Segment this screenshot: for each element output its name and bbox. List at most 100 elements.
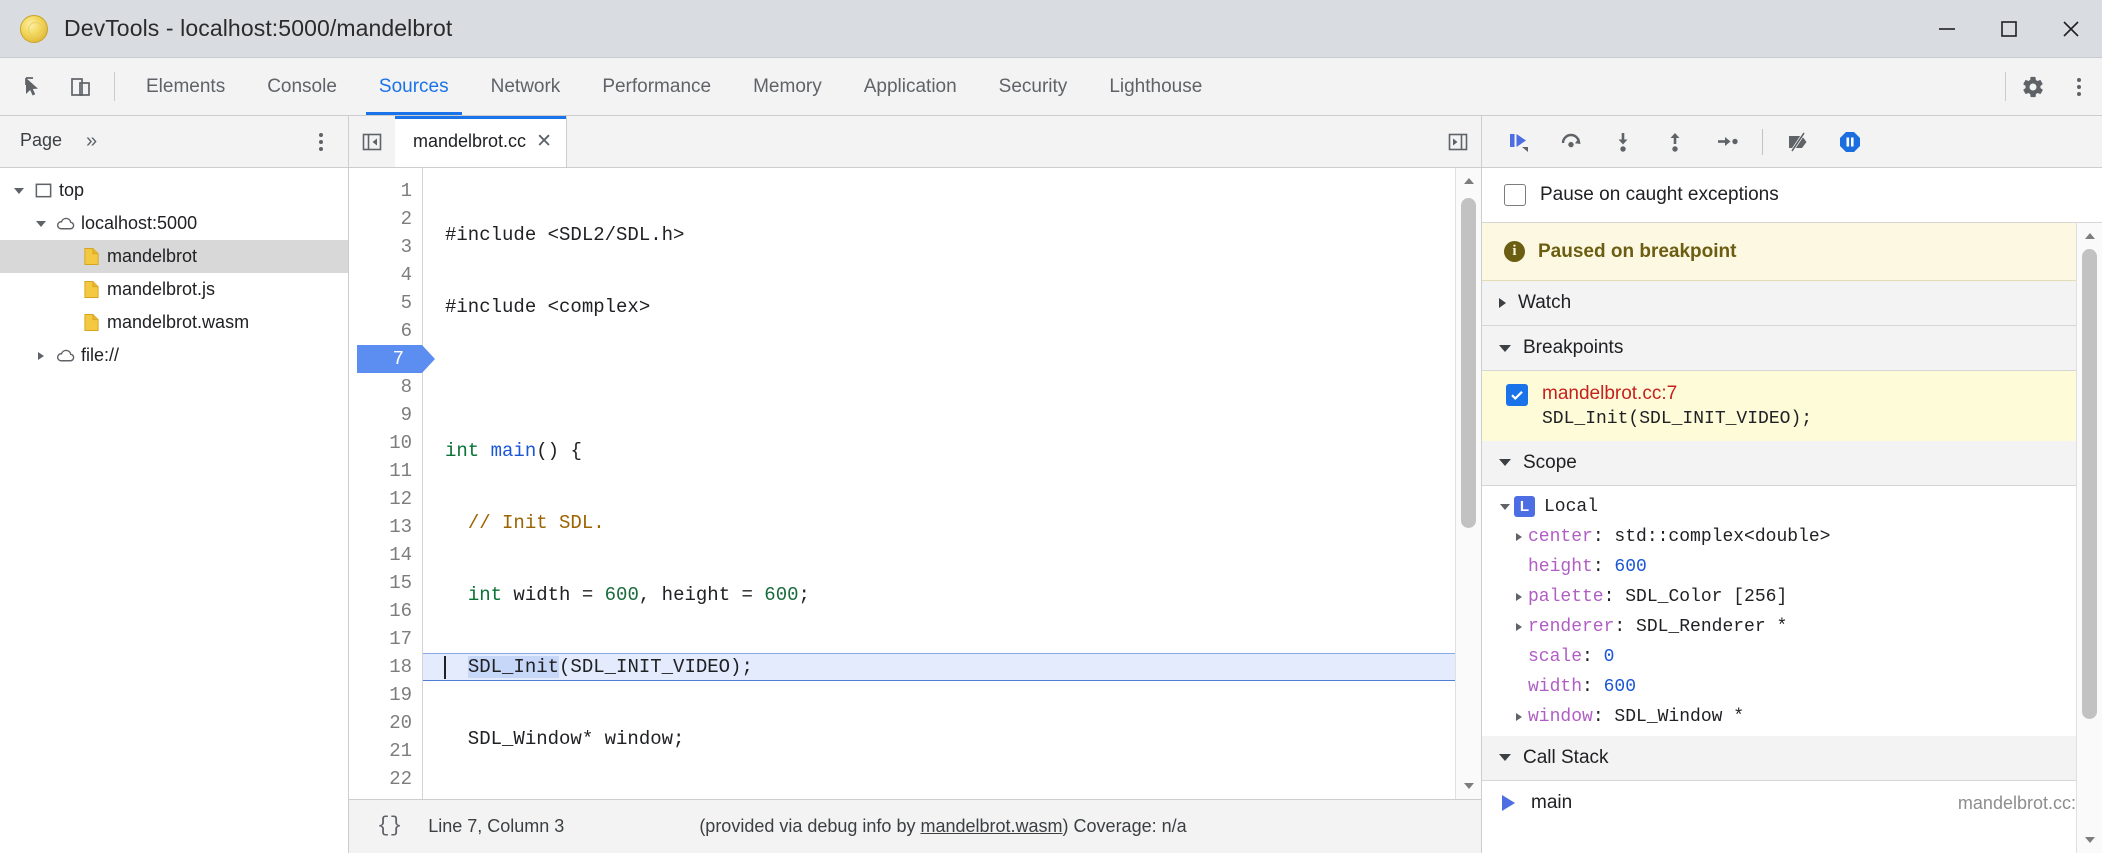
line-number[interactable]: 6 bbox=[349, 317, 422, 345]
device-toolbar-icon[interactable] bbox=[58, 58, 104, 115]
code-content[interactable]: #include <SDL2/SDL.h> #include <complex>… bbox=[423, 168, 1455, 799]
breakpoint-enabled-checkbox[interactable] bbox=[1506, 384, 1528, 406]
line-number[interactable]: 14 bbox=[349, 541, 422, 569]
scroll-down-icon[interactable] bbox=[1456, 773, 1481, 799]
navigator-tab-page[interactable]: Page bbox=[0, 116, 76, 167]
tab-security[interactable]: Security bbox=[978, 58, 1089, 115]
tree-item-mandelbrot[interactable]: mandelbrot bbox=[0, 240, 348, 273]
call-stack-frame[interactable]: main mandelbrot.cc:7 bbox=[1482, 781, 2102, 826]
window-titlebar: DevTools - localhost:5000/mandelbrot bbox=[0, 0, 2102, 58]
scope-variable-scale[interactable]: scale: 0 bbox=[1482, 642, 2102, 672]
tab-performance[interactable]: Performance bbox=[581, 58, 732, 115]
close-tab-icon[interactable]: ✕ bbox=[536, 132, 552, 151]
tab-memory[interactable]: Memory bbox=[732, 58, 843, 115]
pause-on-caught-exceptions-checkbox[interactable] bbox=[1504, 184, 1526, 206]
minimize-button[interactable] bbox=[1916, 0, 1978, 57]
scope-variable-window[interactable]: window: SDL_Window * bbox=[1482, 702, 2102, 732]
scroll-down-icon[interactable] bbox=[2077, 827, 2102, 853]
editor-vertical-scrollbar[interactable] bbox=[1455, 168, 1481, 799]
line-number[interactable]: 13 bbox=[349, 513, 422, 541]
tree-caret[interactable] bbox=[8, 188, 30, 194]
expand-sidebar-icon[interactable] bbox=[1435, 116, 1481, 167]
line-number[interactable]: 4 bbox=[349, 261, 422, 289]
deactivate-breakpoints-icon[interactable] bbox=[1773, 121, 1823, 163]
line-number[interactable]: 21 bbox=[349, 737, 422, 765]
editor-tab-mandelbrot-cc[interactable]: mandelbrot.cc ✕ bbox=[395, 116, 567, 167]
line-number[interactable]: 17 bbox=[349, 625, 422, 653]
gear-icon[interactable] bbox=[2010, 58, 2056, 115]
tree-caret[interactable] bbox=[30, 352, 52, 360]
tab-application[interactable]: Application bbox=[843, 58, 978, 115]
scroll-up-icon[interactable] bbox=[2077, 223, 2102, 249]
step-into-icon[interactable] bbox=[1598, 121, 1648, 163]
collapse-sidebar-icon[interactable] bbox=[349, 116, 395, 167]
section-header-call-stack[interactable]: Call Stack bbox=[1482, 736, 2102, 781]
line-number[interactable]: 12 bbox=[349, 485, 422, 513]
line-number[interactable]: 16 bbox=[349, 597, 422, 625]
tree-item-localhost[interactable]: localhost:5000 bbox=[0, 207, 348, 240]
line-number[interactable]: 22 bbox=[349, 765, 422, 793]
resume-icon[interactable] bbox=[1494, 121, 1544, 163]
chevron-right-icon[interactable] bbox=[1510, 713, 1528, 721]
tree-item-mandelbrot-js[interactable]: mandelbrot.js bbox=[0, 273, 348, 306]
scrollbar-track[interactable] bbox=[1456, 194, 1481, 773]
tree-caret[interactable] bbox=[30, 221, 52, 227]
scope-variable-width[interactable]: width: 600 bbox=[1482, 672, 2102, 702]
chevron-right-icon[interactable] bbox=[1510, 593, 1528, 601]
scroll-up-icon[interactable] bbox=[1456, 168, 1481, 194]
line-number-breakpoint[interactable]: 7 bbox=[357, 345, 422, 373]
chevron-right-icon[interactable] bbox=[1510, 623, 1528, 631]
tab-network[interactable]: Network bbox=[470, 58, 582, 115]
tab-sources[interactable]: Sources bbox=[358, 58, 470, 115]
line-number[interactable]: 11 bbox=[349, 457, 422, 485]
tree-item-mandelbrot-wasm[interactable]: mandelbrot.wasm bbox=[0, 306, 348, 339]
chevron-down-icon[interactable] bbox=[1496, 504, 1514, 510]
step-icon[interactable] bbox=[1702, 121, 1752, 163]
maximize-button[interactable] bbox=[1978, 0, 2040, 57]
line-number[interactable]: 18 bbox=[349, 653, 422, 681]
scrollbar-thumb[interactable] bbox=[1461, 198, 1476, 528]
line-number-gutter[interactable]: 1 2 3 4 5 6 7 8 9 10 11 12 13 14 bbox=[349, 168, 423, 799]
scope-variable-renderer[interactable]: renderer: SDL_Renderer * bbox=[1482, 612, 2102, 642]
line-number[interactable]: 8 bbox=[349, 373, 422, 401]
scope-group-local[interactable]: L Local bbox=[1482, 492, 2102, 522]
tab-lighthouse[interactable]: Lighthouse bbox=[1088, 58, 1223, 115]
tree-item-top[interactable]: top bbox=[0, 174, 348, 207]
pause-on-caught-exceptions-row[interactable]: Pause on caught exceptions bbox=[1482, 168, 2102, 223]
tree-item-file-protocol[interactable]: file:// bbox=[0, 339, 348, 372]
line-number[interactable]: 19 bbox=[349, 681, 422, 709]
scope-variable-palette[interactable]: palette: SDL_Color [256] bbox=[1482, 582, 2102, 612]
section-header-scope[interactable]: Scope bbox=[1482, 441, 2102, 486]
scope-variable-height[interactable]: height: 600 bbox=[1482, 552, 2102, 582]
line-number[interactable]: 1 bbox=[349, 177, 422, 205]
step-over-icon[interactable] bbox=[1546, 121, 1596, 163]
navigator-menu-icon[interactable] bbox=[304, 125, 338, 159]
chevron-right-icon[interactable] bbox=[1510, 533, 1528, 541]
scope-variable-center[interactable]: center: std::complex<double> bbox=[1482, 522, 2102, 552]
line-number[interactable]: 9 bbox=[349, 401, 422, 429]
line-number[interactable]: 15 bbox=[349, 569, 422, 597]
pause-on-exceptions-icon[interactable] bbox=[1825, 121, 1875, 163]
navigator-more-tabs-button[interactable]: » bbox=[76, 116, 107, 167]
breakpoint-item[interactable]: mandelbrot.cc:7 SDL_Init(SDL_INIT_VIDEO)… bbox=[1482, 371, 2102, 441]
code-editor[interactable]: 1 2 3 4 5 6 7 8 9 10 11 12 13 14 bbox=[349, 168, 1481, 799]
debug-info-source-link[interactable]: mandelbrot.wasm bbox=[920, 816, 1062, 836]
section-header-breakpoints[interactable]: Breakpoints bbox=[1482, 326, 2102, 371]
debugger-vertical-scrollbar[interactable] bbox=[2076, 223, 2102, 853]
line-number[interactable]: 20 bbox=[349, 709, 422, 737]
kebab-menu-icon[interactable] bbox=[2056, 58, 2102, 115]
scrollbar-thumb[interactable] bbox=[2082, 249, 2097, 719]
tab-elements[interactable]: Elements bbox=[125, 58, 246, 115]
step-out-icon[interactable] bbox=[1650, 121, 1700, 163]
scrollbar-track[interactable] bbox=[2077, 249, 2102, 827]
tab-console[interactable]: Console bbox=[246, 58, 358, 115]
line-number[interactable]: 10 bbox=[349, 429, 422, 457]
close-button[interactable] bbox=[2040, 0, 2102, 57]
pretty-print-braces-icon[interactable]: {} bbox=[365, 813, 414, 840]
line-number[interactable]: 2 bbox=[349, 205, 422, 233]
section-header-watch[interactable]: Watch bbox=[1482, 281, 2102, 326]
devtools-main-toolbar: Elements Console Sources Network Perform… bbox=[0, 58, 2102, 116]
line-number[interactable]: 5 bbox=[349, 289, 422, 317]
inspect-element-icon[interactable] bbox=[12, 58, 58, 115]
line-number[interactable]: 3 bbox=[349, 233, 422, 261]
